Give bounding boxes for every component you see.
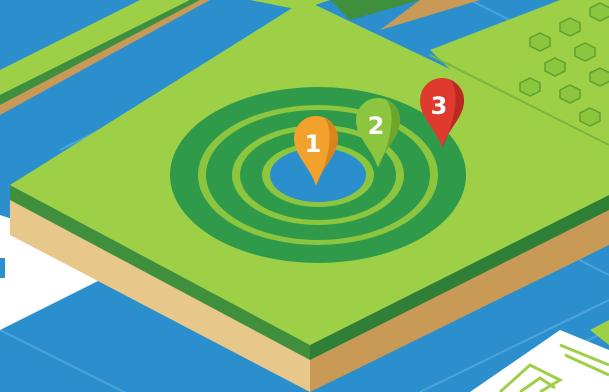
pin-3-label: 3	[431, 92, 448, 120]
bush	[529, 32, 551, 52]
bush	[519, 77, 541, 97]
bush	[574, 42, 596, 62]
bush	[559, 84, 581, 104]
bush	[559, 17, 581, 37]
partial-icon-fragment	[0, 258, 5, 278]
pin-1-label: 1	[305, 130, 322, 158]
isometric-map-scene: 1 2 3	[0, 0, 609, 392]
bush	[579, 107, 601, 127]
bush	[544, 57, 566, 77]
pin-2-label: 2	[368, 112, 385, 140]
